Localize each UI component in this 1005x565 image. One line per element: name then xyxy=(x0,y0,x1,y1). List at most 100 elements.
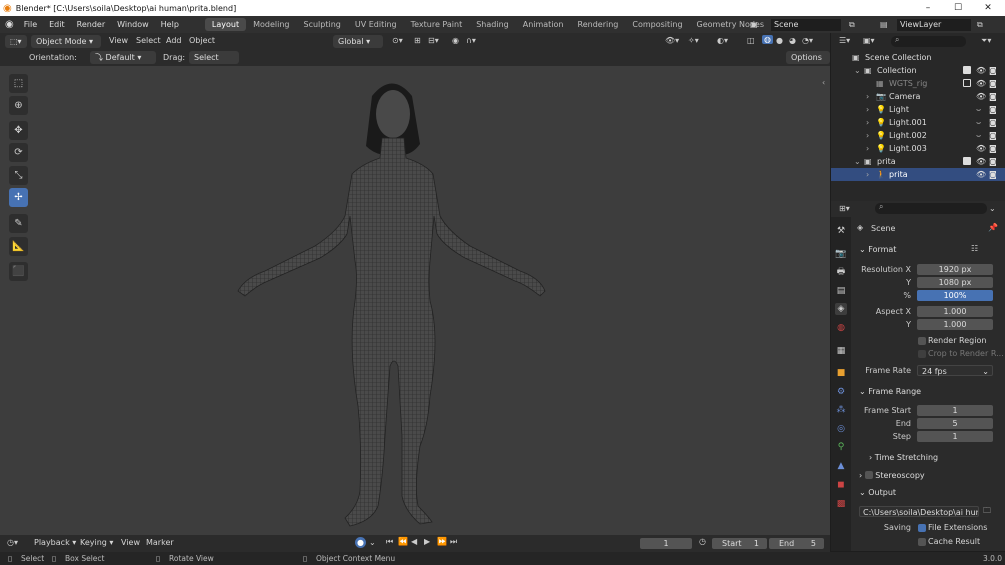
menu-file[interactable]: File xyxy=(18,20,43,29)
new-scene-icon[interactable]: ⧉ xyxy=(849,20,855,30)
outliner-row[interactable]: ⌄ ▣ prita 👁 ◙ xyxy=(831,155,1005,168)
snap-target-icon[interactable]: ⊟▾ xyxy=(428,36,439,45)
outliner-editor-icon[interactable]: ☰▾ xyxy=(839,36,850,45)
object-tab-icon[interactable]: ■ xyxy=(835,367,847,379)
jump-keyframe-back-icon[interactable]: ⏪ xyxy=(398,537,408,546)
tab-shading[interactable]: Shading xyxy=(469,18,516,31)
folder-icon[interactable]: 🗀 xyxy=(983,505,991,519)
render-region-checkbox[interactable] xyxy=(918,337,926,345)
visibility-eye-icon[interactable]: 👁 xyxy=(976,90,986,103)
expand-toggle-icon[interactable]: › xyxy=(866,142,869,155)
viewlayer-icon[interactable]: ▤ xyxy=(880,20,888,29)
aspect-x-field[interactable]: 1.000 xyxy=(917,306,993,317)
format-panel-header[interactable]: ⌄ Format xyxy=(859,245,896,254)
chevron-down-icon[interactable]: ⌄ xyxy=(369,538,376,547)
jump-start-icon[interactable]: ⏮ xyxy=(386,537,393,547)
playback-menu[interactable]: Playback ▾ xyxy=(34,538,76,547)
material-tab-icon[interactable]: ◼ xyxy=(835,479,847,491)
output-path-field[interactable]: C:\Users\soila\Desktop\ai human\ xyxy=(859,506,979,517)
tool-tab-icon[interactable]: ⚒ xyxy=(835,225,847,237)
solid-shading-icon[interactable]: ● xyxy=(776,36,783,45)
mode-dropdown[interactable]: Object Mode ▾ xyxy=(31,35,101,48)
physics-tab-icon[interactable]: ◎ xyxy=(835,423,847,435)
visibility-eye-icon[interactable]: ⌣ xyxy=(976,103,981,116)
end-frame-field[interactable]: End 5 xyxy=(769,538,824,549)
snap-icon[interactable]: ⊞ xyxy=(414,36,421,45)
presets-icon[interactable]: ☷ xyxy=(971,244,978,253)
maximize-button[interactable]: ☐ xyxy=(943,0,973,16)
tab-compositing[interactable]: Compositing xyxy=(625,18,689,31)
visibility-eye-icon[interactable]: 👁 xyxy=(976,64,986,77)
outliner-row[interactable]: › 🚶 prita 👁 ◙ xyxy=(831,168,1005,181)
visibility-eye-icon[interactable]: ⌣ xyxy=(976,116,981,129)
transform-orientation-dropdown[interactable]: Global ▾ xyxy=(333,35,383,48)
marker-menu[interactable]: Marker xyxy=(146,538,174,547)
exclude-checkbox[interactable] xyxy=(963,66,971,74)
wireframe-shading-icon[interactable]: ◍ xyxy=(762,35,773,44)
pivot-icon[interactable]: ⊙▾ xyxy=(392,36,403,45)
tab-texture-paint[interactable]: Texture Paint xyxy=(404,18,470,31)
visibility-eye-icon[interactable]: ⌣ xyxy=(976,129,981,142)
tab-sculpting[interactable]: Sculpting xyxy=(297,18,348,31)
file-extensions-checkbox[interactable] xyxy=(918,524,926,532)
overlays-icon[interactable]: ◐▾ xyxy=(717,36,728,45)
render-camera-icon[interactable]: ◙ xyxy=(989,77,997,90)
timeline-editor-icon[interactable]: ◷▾ xyxy=(7,538,18,547)
select-menu[interactable]: Select xyxy=(136,36,161,45)
pin-icon[interactable]: 📌 xyxy=(988,223,998,232)
resolution-x-field[interactable]: 1920 px xyxy=(917,264,993,275)
tab-modeling[interactable]: Modeling xyxy=(246,18,296,31)
outliner-row[interactable]: › 💡 Light ⌣ ◙ xyxy=(831,103,1005,116)
properties-search[interactable]: ⌕ xyxy=(875,202,987,214)
blender-menu-icon[interactable]: ◉ xyxy=(5,19,14,30)
keying-menu[interactable]: Keying ▾ xyxy=(80,538,113,547)
minimize-button[interactable]: – xyxy=(913,0,943,16)
render-camera-icon[interactable]: ◙ xyxy=(989,64,997,77)
render-camera-icon[interactable]: ◙ xyxy=(989,103,997,116)
outliner-row[interactable]: › 📷 Camera 👁 ◙ xyxy=(831,90,1005,103)
rendered-shading-icon[interactable]: ◔▾ xyxy=(802,36,813,45)
tab-geometry-nodes[interactable]: Geometry Nodes xyxy=(690,18,771,31)
render-camera-icon[interactable]: ◙ xyxy=(989,142,997,155)
output-tab-icon[interactable]: 🖶 xyxy=(835,266,847,278)
viewlayer-name[interactable]: ViewLayer xyxy=(897,18,971,31)
view-layer-tab-icon[interactable]: ▤ xyxy=(835,285,847,297)
gizmo-icon[interactable]: ✧▾ xyxy=(688,36,699,45)
outliner-row[interactable]: › 💡 Light.003 👁 ◙ xyxy=(831,142,1005,155)
expand-toggle-icon[interactable]: › xyxy=(866,129,869,142)
xray-icon[interactable]: ◫ xyxy=(747,36,755,45)
frame-range-panel-header[interactable]: ⌄ Frame Range xyxy=(859,387,921,396)
render-camera-icon[interactable]: ◙ xyxy=(989,168,997,181)
exclude-checkbox[interactable] xyxy=(963,157,971,165)
auto-keying-icon[interactable]: ● xyxy=(355,537,366,548)
visibility-eye-icon[interactable]: 👁 xyxy=(976,155,986,168)
visibility-eye-icon[interactable]: 👁 xyxy=(976,77,986,90)
menu-window[interactable]: Window xyxy=(111,20,155,29)
menu-edit[interactable]: Edit xyxy=(43,20,71,29)
3d-viewport[interactable]: ⬚ ⊕ ✥ ⟳ ⤡ ✢ ✎ 📐 ⬛ ‹ xyxy=(0,66,830,535)
play-reverse-icon[interactable]: ◀ xyxy=(411,537,417,546)
view-menu[interactable]: View xyxy=(121,538,140,547)
start-frame-field[interactable]: Start 1 xyxy=(712,538,767,549)
expand-toggle-icon[interactable]: ⌄ xyxy=(854,155,861,168)
render-camera-icon[interactable]: ◙ xyxy=(989,90,997,103)
collection-tab-icon[interactable]: ▦ xyxy=(835,345,847,357)
exclude-checkbox[interactable] xyxy=(963,79,971,87)
render-tab-icon[interactable]: 📷 xyxy=(835,248,847,260)
outliner-search[interactable]: ⌕ xyxy=(891,35,966,47)
scene-tab-icon[interactable]: ◈ xyxy=(835,303,847,315)
frame-start-field[interactable]: 1 xyxy=(917,405,993,416)
tab-animation[interactable]: Animation xyxy=(516,18,571,31)
modifier-tab-icon[interactable]: ⚙ xyxy=(835,386,847,398)
preview-range-icon[interactable]: ◷ xyxy=(699,537,706,546)
proportional-edit-icon[interactable]: ◉ xyxy=(452,36,459,45)
scene-name[interactable]: Scene xyxy=(771,18,841,31)
menu-help[interactable]: Help xyxy=(155,20,185,29)
world-tab-icon[interactable]: ◍ xyxy=(835,322,847,334)
menu-render[interactable]: Render xyxy=(71,20,111,29)
human-wireframe-model[interactable] xyxy=(0,66,830,535)
outliner-row[interactable]: ⌄ ▣ Collection 👁 ◙ xyxy=(831,64,1005,77)
filter-icon[interactable]: ⏷▾ xyxy=(981,36,991,46)
display-mode-icon[interactable]: ▣▾ xyxy=(863,36,875,45)
visibility-eye-icon[interactable]: 👁 xyxy=(976,142,986,155)
